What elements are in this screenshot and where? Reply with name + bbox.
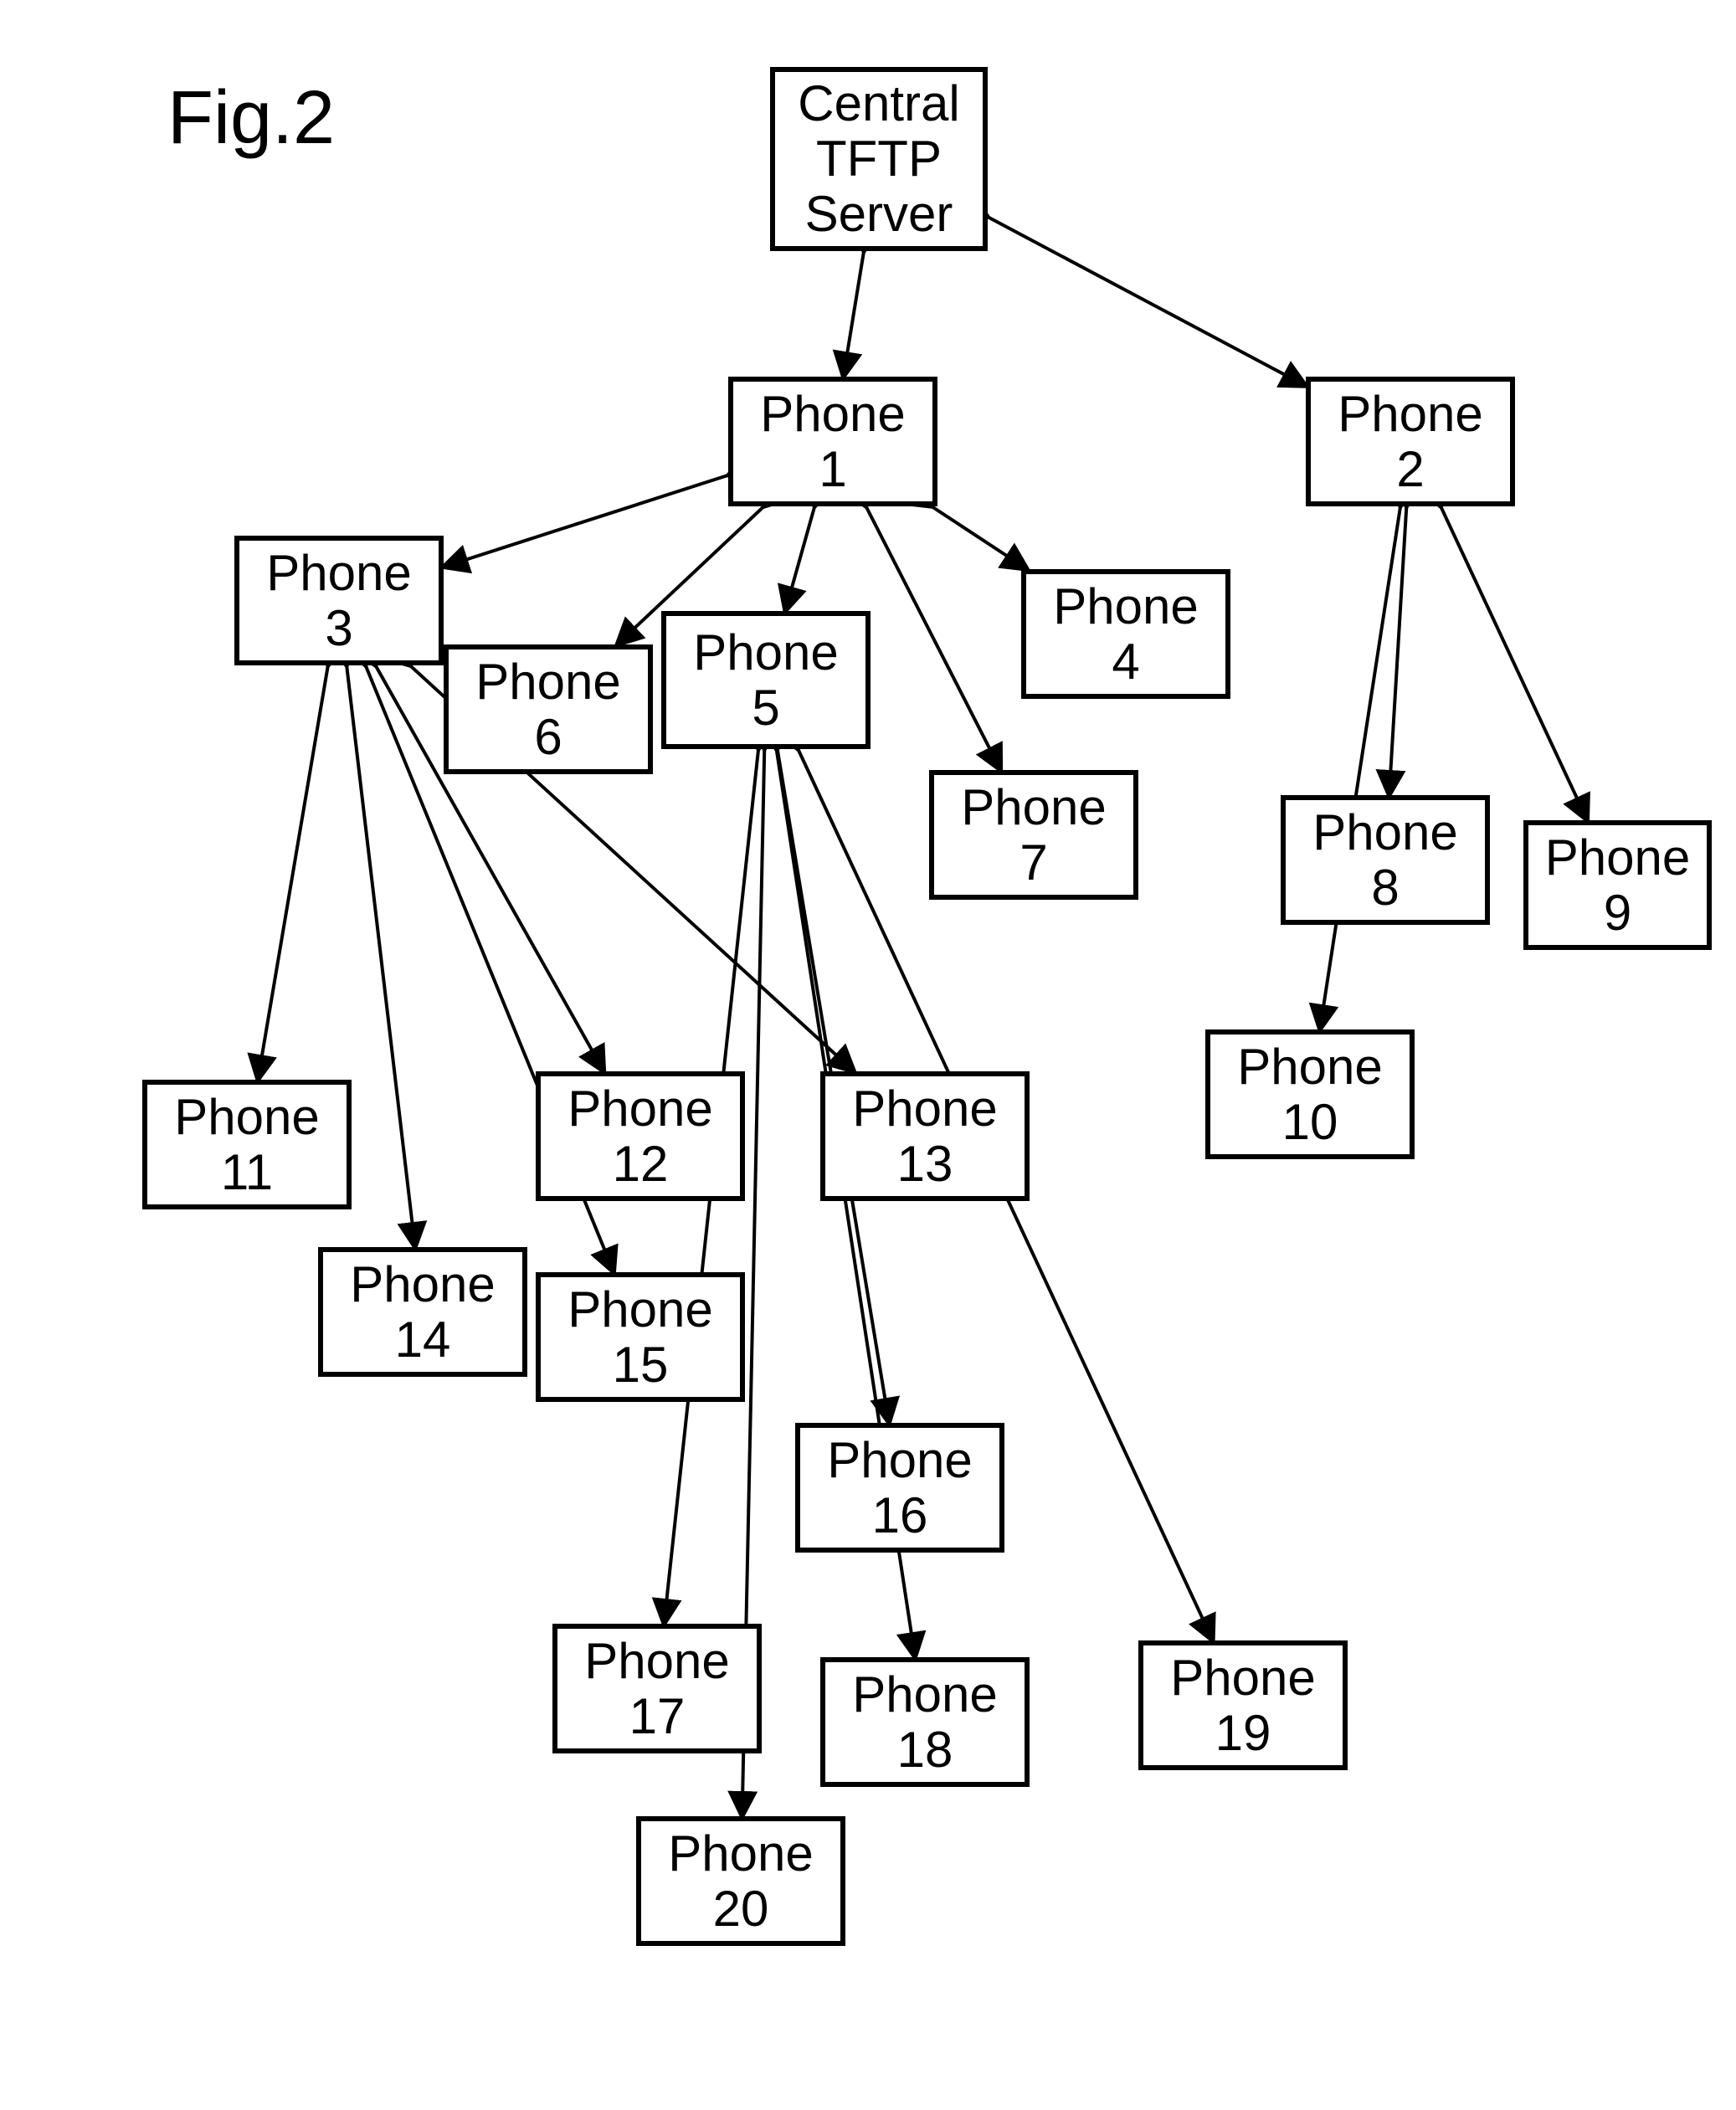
node-label: Phone 9: [1545, 830, 1691, 941]
node-label: Phone 8: [1312, 805, 1458, 916]
node-label: Phone 17: [584, 1634, 730, 1744]
node-label: Phone 15: [568, 1282, 713, 1393]
edge-p1-p4: [932, 506, 1027, 569]
node-p12: Phone 12: [536, 1071, 745, 1201]
node-label: Phone 1: [760, 387, 906, 497]
node-label: Phone 13: [852, 1081, 998, 1192]
edge-server-p1: [844, 251, 864, 377]
node-p14: Phone 14: [318, 1247, 527, 1377]
node-p17: Phone 17: [552, 1624, 762, 1753]
node-p16: Phone 16: [795, 1423, 1004, 1553]
edge-p2-p10: [1320, 506, 1400, 1029]
node-p6: Phone 6: [444, 644, 653, 774]
node-label: Phone 7: [961, 780, 1107, 891]
node-p4: Phone 4: [1021, 569, 1230, 699]
edge-p1-p7: [866, 506, 1001, 770]
node-label: Central TFTP Server: [798, 76, 959, 242]
node-p10: Phone 10: [1205, 1029, 1415, 1159]
node-p19: Phone 19: [1138, 1640, 1348, 1770]
node-p11: Phone 11: [142, 1080, 352, 1209]
node-p15: Phone 15: [536, 1272, 745, 1402]
node-label: Phone 16: [827, 1433, 973, 1543]
node-p18: Phone 18: [820, 1657, 1030, 1787]
diagram-canvas: { "figure_label": "Fig.2", "nodes": { "s…: [0, 0, 1736, 2110]
node-p3: Phone 3: [234, 536, 444, 665]
edge-p3-p11: [258, 665, 328, 1080]
node-label: Phone 19: [1170, 1651, 1316, 1761]
node-p7: Phone 7: [929, 770, 1138, 900]
node-label: Phone 2: [1338, 387, 1483, 497]
node-p9: Phone 9: [1523, 820, 1712, 950]
figure-label: Fig.2: [167, 75, 335, 162]
node-label: Phone 18: [852, 1667, 998, 1778]
edge-p1-p3: [444, 475, 728, 567]
node-label: Phone 20: [668, 1826, 814, 1937]
node-server: Central TFTP Server: [770, 67, 988, 251]
node-label: Phone 3: [266, 546, 412, 656]
node-label: Phone 4: [1053, 579, 1199, 690]
edges-layer: [0, 0, 1736, 2110]
node-p1: Phone 1: [728, 377, 937, 506]
node-p20: Phone 20: [636, 1816, 845, 1946]
node-label: Phone 10: [1237, 1040, 1383, 1150]
edge-p1-p5: [785, 506, 814, 611]
node-label: Phone 14: [350, 1257, 496, 1368]
edge-server-p2: [988, 217, 1306, 386]
edge-p3-p14: [347, 665, 415, 1247]
node-p5: Phone 5: [661, 611, 871, 749]
node-label: Phone 6: [475, 655, 621, 765]
node-label: Phone 12: [568, 1081, 713, 1192]
node-p2: Phone 2: [1306, 377, 1515, 506]
edge-p2-p9: [1441, 506, 1587, 820]
node-p8: Phone 8: [1281, 795, 1490, 925]
node-label: Phone 11: [174, 1090, 320, 1200]
node-p13: Phone 13: [820, 1071, 1030, 1201]
edge-p2-p8: [1389, 506, 1407, 795]
node-label: Phone 5: [693, 625, 839, 736]
